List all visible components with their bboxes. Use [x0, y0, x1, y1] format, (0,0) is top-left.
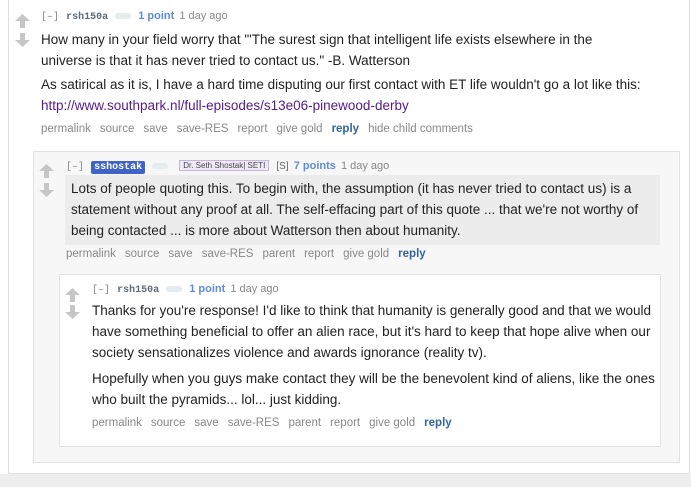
report-button[interactable]: report	[330, 417, 360, 429]
report-button[interactable]: report	[304, 248, 334, 260]
page-background	[0, 474, 691, 487]
comment-paragraph: Thanks for you're response! I'd like to …	[92, 303, 651, 360]
user-tag-chip-icon[interactable]	[115, 12, 132, 19]
timestamp: 1 day ago	[179, 10, 228, 22]
reply-button[interactable]: reply	[398, 248, 426, 260]
author-link-op[interactable]: sshostak	[91, 161, 146, 174]
user-flair: Dr. Seth Shostak| SETI	[179, 160, 270, 171]
collapse-toggle[interactable]: [–]	[41, 12, 59, 23]
comment-paragraph: How many in your field worry that "'The …	[41, 32, 593, 68]
upvote-arrow-icon[interactable]	[15, 14, 30, 28]
comment-buttons: permalink source save save-RES parent report g…	[66, 248, 435, 260]
report-button[interactable]: report	[237, 123, 267, 135]
permalink-button[interactable]: permalink	[92, 417, 142, 429]
hide-child-comments-button[interactable]: hide child comments	[368, 123, 473, 135]
permalink-button[interactable]: permalink	[66, 248, 116, 260]
source-button[interactable]: source	[100, 123, 135, 135]
save-button[interactable]: save	[168, 248, 192, 260]
timestamp: 1 day ago	[340, 160, 390, 172]
permalink-button[interactable]: permalink	[41, 123, 91, 135]
give-gold-button[interactable]: give gold	[369, 417, 415, 429]
comment-paragraph: As satirical as it is, I have a hard tim…	[41, 77, 641, 92]
collapse-toggle[interactable]: [–]	[66, 162, 84, 173]
comment-paragraph: Lots of people quoting this. To begin wi…	[71, 181, 639, 238]
highlighted-comment-body: Lots of people quoting this. To begin wi…	[65, 175, 660, 245]
comment-link[interactable]: http://www.southpark.nl/full-episodes/s1…	[41, 98, 409, 113]
collapse-toggle[interactable]: [–]	[92, 285, 110, 296]
save-button[interactable]: save	[194, 417, 218, 429]
comment-buttons: permalink source save save-RES report give go…	[41, 123, 482, 135]
author-link[interactable]: rsh150a	[66, 12, 108, 23]
reply-button[interactable]: reply	[332, 123, 360, 135]
give-gold-button[interactable]: give gold	[277, 123, 323, 135]
author-link[interactable]: rsh150a	[117, 285, 159, 296]
parent-button[interactable]: parent	[288, 417, 321, 429]
score: 1 point	[138, 10, 175, 22]
save-res-button[interactable]: save-RES	[228, 417, 280, 429]
parent-button[interactable]: parent	[262, 248, 295, 260]
save-res-button[interactable]: save-RES	[177, 123, 229, 135]
user-tag-chip-icon[interactable]	[152, 162, 169, 169]
give-gold-button[interactable]: give gold	[343, 248, 389, 260]
save-res-button[interactable]: save-RES	[202, 248, 254, 260]
comment-tagline: [–] rsh150a 1 point 1 day ago	[92, 282, 279, 298]
score: 7 points	[293, 160, 336, 172]
comment-tagline: [–] rsh150a 1 point 1 day ago	[41, 9, 228, 25]
user-tag-chip-icon[interactable]	[166, 285, 183, 292]
comment-rsh150a-reply: [–] rsh150a 1 point 1 day ago Thanks for…	[59, 274, 661, 447]
downvote-arrow-icon[interactable]	[39, 183, 54, 197]
comment-buttons: permalink source save save-RES parent report g…	[92, 417, 461, 429]
source-button[interactable]: source	[125, 248, 160, 260]
comment-paragraph: Hopefully when you guys make contact the…	[92, 371, 655, 407]
upvote-arrow-icon[interactable]	[65, 288, 80, 302]
downvote-arrow-icon[interactable]	[65, 305, 80, 319]
timestamp: 1 day ago	[230, 283, 279, 295]
reply-button[interactable]: reply	[424, 417, 452, 429]
upvote-arrow-icon[interactable]	[39, 164, 54, 178]
save-button[interactable]: save	[143, 123, 167, 135]
downvote-arrow-icon[interactable]	[15, 33, 30, 47]
source-button[interactable]: source	[151, 417, 186, 429]
score: 1 point	[189, 283, 226, 295]
admin-distinguish-tag: [S]	[276, 161, 289, 172]
comment-tagline: [–] sshostak Dr. Seth Shostak| SETI [S] …	[66, 159, 389, 175]
